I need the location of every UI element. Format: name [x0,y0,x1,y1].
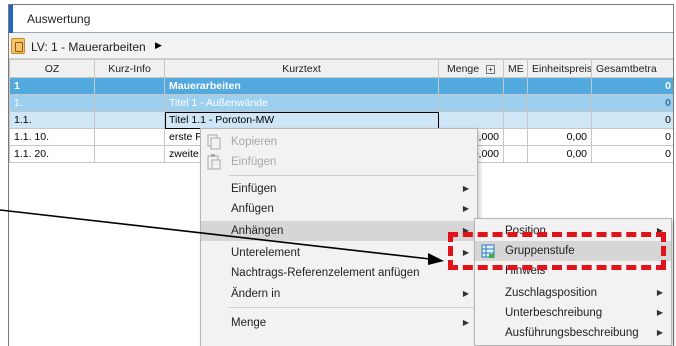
menu-item-nachtrag[interactable]: Nachtrags-Referenzelement anfügen [201,263,477,283]
cell-ep[interactable] [527,77,592,95]
cell-kurzinfo[interactable] [94,77,165,95]
column-header-menge[interactable]: Menge + [438,59,504,78]
breadcrumb-arrow-icon[interactable]: ▶ [155,40,162,51]
submenu-arrow-icon: ▶ [462,318,469,327]
cell-kurztext[interactable]: Titel 1.1 - Poroton-MW [164,111,439,129]
menu-item-paste[interactable]: Einfügen [201,152,477,172]
column-header-gesamtbetrag[interactable]: Gesamtbetra [591,59,673,78]
menu-item-subelement-label: Unterelement [231,247,301,259]
cell-me[interactable] [503,77,528,95]
highlight-annotation-box [448,232,666,270]
cell-gb[interactable]: 0 [591,77,673,95]
submenu-arrow-icon: ▶ [656,328,663,337]
cell-oz[interactable]: 1.1. 10. [9,128,95,146]
cell-gb[interactable]: 0 [591,145,673,163]
breadcrumb: LV: 1 - Mauerarbeiten ▶ [9,33,673,59]
cell-menge[interactable] [438,94,504,112]
document-icon [11,38,25,54]
cell-kurztext[interactable]: Mauerarbeiten [164,77,439,95]
title-accent [9,5,13,33]
menu-separator [229,307,475,308]
cell-ep[interactable]: 0,00 [527,128,592,146]
cell-gb[interactable]: 0 [591,128,673,146]
expand-icon[interactable]: + [486,64,496,74]
menu-item-attach[interactable]: Anhängen ▶ [201,221,477,241]
submenu-arrow-icon: ▶ [462,204,469,213]
cell-kurzinfo[interactable] [94,128,165,146]
menu-item-subelement[interactable]: Unterelement ▶ [201,243,477,263]
cell-oz[interactable]: 1 [9,77,95,95]
submenu-item-ausfuehrung[interactable]: Ausführungsbeschreibung ▶ [475,323,671,343]
menu-item-insert[interactable]: Einfügen ▶ [201,179,477,199]
cell-oz[interactable]: 1.1. 20. [9,145,95,163]
menu-item-paste-label: Einfügen [231,156,277,168]
table-row[interactable]: 1. Titel 1 - Außenwände 0 [9,94,673,112]
menu-item-nachtrag-label: Nachtrags-Referenzelement anfügen [231,267,420,279]
cell-me[interactable] [503,145,528,163]
cell-oz[interactable]: 1.1. [9,111,95,129]
submenu-item-ausfuehrung-label: Ausführungsbeschreibung [505,327,639,339]
cell-me[interactable] [503,111,528,129]
submenu-item-zuschlag[interactable]: Zuschlagsposition ▶ [475,283,671,303]
window-title: Auswertung [27,12,91,26]
menu-item-change-in-label: Ändern in [231,288,281,300]
menu-item-append-label: Anfügen [231,203,274,215]
cell-menge[interactable] [438,111,504,129]
cell-gb[interactable]: 0 [591,94,673,112]
cell-kurztext[interactable]: Titel 1 - Außenwände [164,94,439,112]
submenu-arrow-icon: ▶ [656,288,663,297]
table-row[interactable]: 1.1. Titel 1.1 - Poroton-MW 0 [9,111,673,129]
table-header: OZ Kurz-Info Kurztext Menge + ME Einheit… [9,59,673,78]
menu-item-change-in[interactable]: Ändern in ▶ [201,284,477,304]
submenu-arrow-icon: ▶ [656,308,663,317]
cell-ep[interactable] [527,111,592,129]
cell-me[interactable] [503,128,528,146]
column-header-kurzinfo[interactable]: Kurz-Info [94,59,165,78]
submenu-item-unterbeschreibung[interactable]: Unterbeschreibung ▶ [475,303,671,323]
column-header-menge-label: Menge [446,62,480,75]
column-header-einheitspreis[interactable]: Einheitspreis [527,59,592,78]
column-header-oz[interactable]: OZ [9,59,95,78]
menu-item-copy[interactable]: Kopieren [201,132,477,152]
menu-item-append[interactable]: Anfügen ▶ [201,199,477,219]
menu-item-quantity[interactable]: Menge ▶ [201,313,477,333]
cell-menge[interactable] [438,77,504,95]
menu-item-insert-label: Einfügen [231,183,277,195]
menu-separator [229,175,475,176]
cell-ep[interactable] [527,94,592,112]
cell-ep[interactable]: 0,00 [527,145,592,163]
copy-icon [207,134,221,150]
submenu-arrow-icon: ▶ [462,289,469,298]
title-bar: Auswertung [9,5,673,33]
paste-icon [207,154,221,170]
cell-kurzinfo[interactable] [94,111,165,129]
column-header-me[interactable]: ME [503,59,528,78]
menu-item-quantity-label: Menge [231,317,267,329]
menu-item-copy-label: Kopieren [231,136,278,148]
cell-kurzinfo[interactable] [94,94,165,112]
cell-me[interactable] [503,94,528,112]
breadcrumb-lv[interactable]: LV: 1 - Mauerarbeiten [31,40,146,54]
table-row[interactable]: 1 Mauerarbeiten 0 [9,77,673,95]
context-menu: Kopieren Einfügen Einfügen ▶ Anfügen ▶ A… [200,128,478,346]
cell-gb[interactable]: 0 [591,111,673,129]
submenu-item-unterbeschreibung-label: Unterbeschreibung [505,307,603,319]
cell-kurzinfo[interactable] [94,145,165,163]
cell-oz[interactable]: 1. [9,94,95,112]
menu-item-attach-label: Anhängen [231,225,284,237]
submenu-item-zuschlag-label: Zuschlagsposition [505,287,598,299]
column-header-kurztext[interactable]: Kurztext [164,59,439,78]
submenu-arrow-icon: ▶ [462,184,469,193]
